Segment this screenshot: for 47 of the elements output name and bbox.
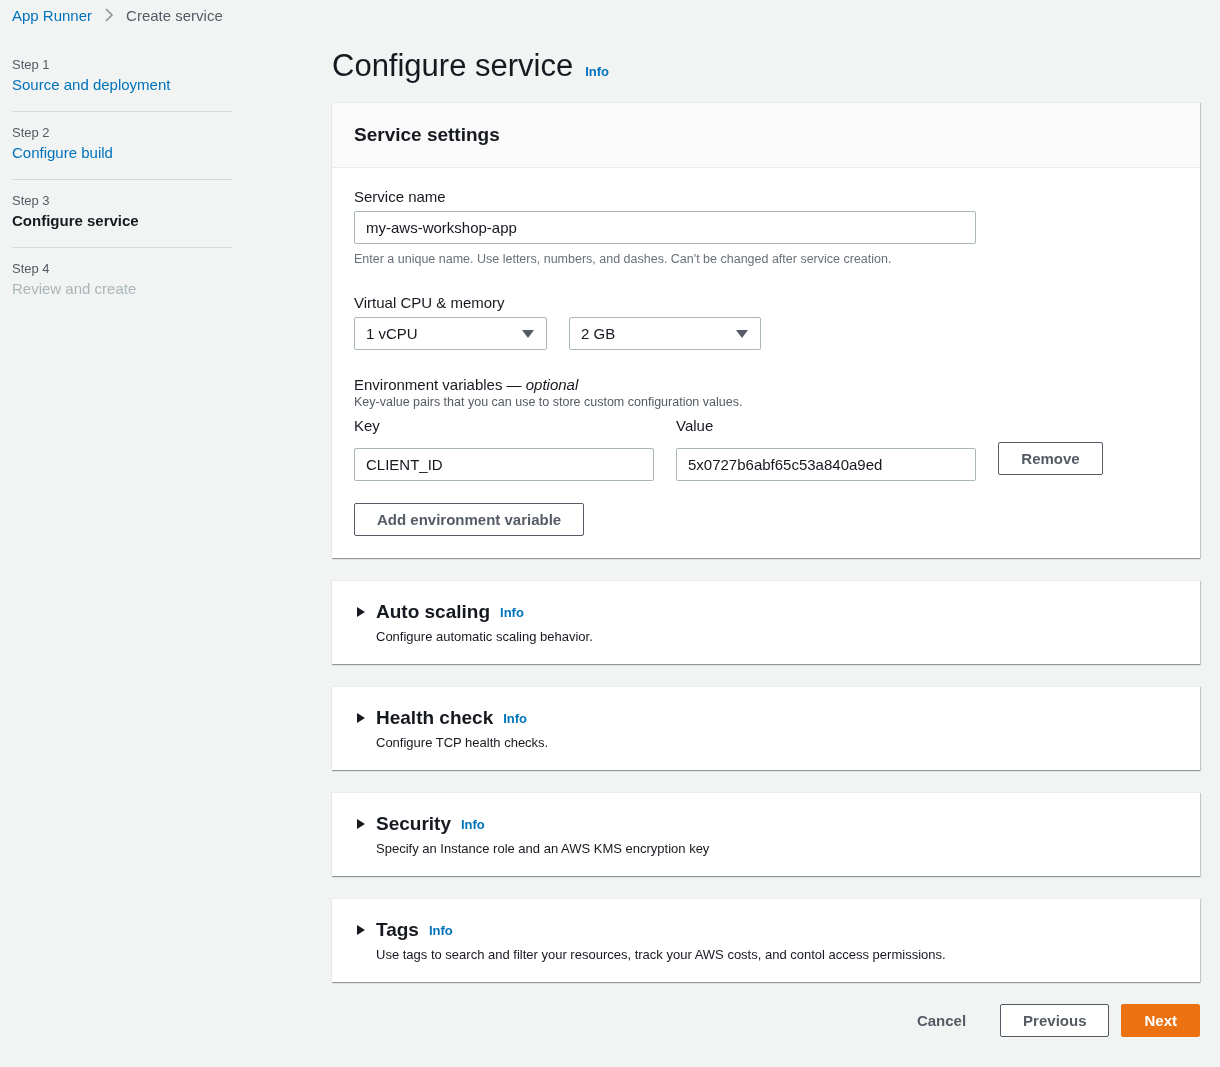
section-description: Use tags to search and filter your resources, track your AWS costs, and contol access permissions. (376, 947, 947, 962)
memory-select[interactable]: 2 GB (569, 317, 761, 350)
field-label: Service name (354, 188, 447, 205)
key-input[interactable]: CLIENT_ID (354, 448, 654, 481)
step-number: Step 3 (12, 193, 50, 208)
column-label: Value (676, 417, 714, 434)
info-link[interactable]: Info (503, 710, 528, 726)
step-number: Step 2 (12, 125, 50, 140)
info-link[interactable]: Info (585, 64, 610, 79)
info-link[interactable]: Info (461, 816, 485, 832)
panel-title: Service settings (332, 103, 1200, 168)
field-hint: Enter a unique name. Use letters, numbers, and dashes. Can't be changed after service creation. (354, 252, 893, 266)
section-description: Configure TCP health checks. (376, 735, 550, 750)
caret-right-icon[interactable] (356, 819, 366, 829)
caret-right-icon[interactable] (356, 607, 366, 617)
breadcrumb-current: Create service (126, 6, 223, 24)
section-title[interactable]: Tags (376, 919, 419, 941)
field-label: Virtual CPU & memory (354, 294, 506, 311)
dropdown-caret-icon (735, 328, 749, 339)
step-link: Review and create (12, 280, 137, 297)
section-title[interactable]: Health check (376, 707, 494, 729)
previous-button[interactable]: Previous (1000, 1004, 1110, 1037)
chevron-right-icon (104, 8, 115, 22)
value-input[interactable]: 5x0727b6abf65c53a840a9ed (676, 448, 976, 481)
cancel-button[interactable]: Cancel (894, 1004, 989, 1037)
column-label: Key (354, 417, 381, 434)
section-description: Configure automatic scaling behavior. (376, 629, 594, 644)
service-name-input[interactable]: my-aws-workshop-app (354, 211, 976, 244)
breadcrumb-link[interactable]: App Runner (12, 6, 93, 24)
field-label: Environment variables — optional (354, 376, 580, 393)
step-link[interactable]: Configure build (12, 144, 113, 161)
caret-right-icon[interactable] (356, 713, 366, 723)
dropdown-caret-icon (521, 328, 535, 339)
cpu-select[interactable]: 1 vCPU (354, 317, 547, 350)
section-description: Specify an Instance role and an AWS KMS encryption key (376, 841, 711, 856)
section-title[interactable]: Security (376, 813, 451, 835)
info-link[interactable]: Info (428, 922, 453, 938)
remove-button[interactable]: Remove (998, 442, 1103, 475)
page-title: Configure service (332, 48, 574, 84)
section-title[interactable]: Auto scaling (376, 601, 490, 623)
step-number: Step 1 (12, 57, 50, 72)
info-link[interactable]: Info (500, 604, 524, 620)
step-number: Step 4 (12, 261, 50, 276)
step-link[interactable]: Source and deployment (12, 76, 171, 93)
add-environment-variable-button[interactable]: Add environment variable (354, 503, 585, 536)
caret-right-icon[interactable] (356, 925, 366, 935)
field-description: Key-value pairs that you can use to store custom configuration values. (354, 395, 744, 409)
